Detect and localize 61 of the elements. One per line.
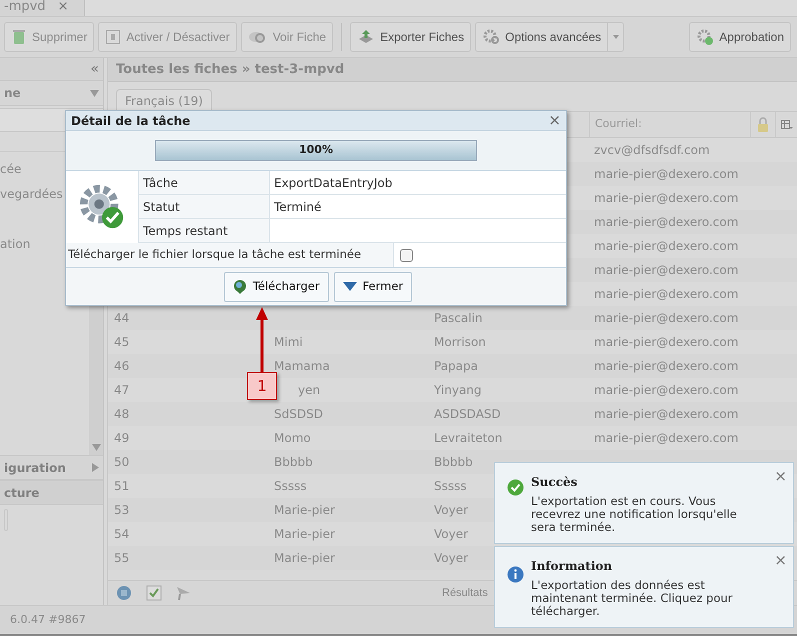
annotation-badge: 1 (247, 372, 277, 400)
table-cell: marie-pier@dexero.com (594, 311, 738, 325)
table-cell: 50 (114, 455, 130, 469)
table-cell: marie-pier@dexero.com (594, 215, 738, 229)
table-cell: Voyer (434, 503, 468, 517)
table-cell: Levraiteton (434, 431, 502, 445)
progress-label: 100% (298, 142, 334, 158)
table-cell: marie-pier@dexero.com (594, 191, 738, 205)
breadcrumb: Toutes les fiches » test-3-mpvd (116, 60, 344, 79)
table-cell: ASDSDASD (434, 407, 501, 421)
table-cell: Yinyang (434, 383, 482, 397)
table-cell: marie-pier@dexero.com (594, 167, 738, 181)
field-value: Terminé (274, 198, 322, 216)
table-cell: 46 (114, 359, 130, 373)
table-cell: yen (298, 383, 320, 397)
field-value: ExportDataEntryJob (274, 174, 392, 192)
field-label: Statut (143, 198, 180, 216)
table-cell: 49 (114, 431, 130, 445)
table-cell: 53 (114, 503, 130, 517)
table-cell: Mamama (274, 359, 330, 373)
results-label: Résultats (442, 586, 488, 601)
table-cell: Sssss (434, 479, 467, 493)
table-cell: Papapa (434, 359, 478, 373)
table-cell: Voyer (434, 527, 468, 541)
table-cell: marie-pier@dexero.com (594, 263, 738, 277)
table-cell: 44 (114, 311, 130, 325)
table-cell: marie-pier@dexero.com (594, 335, 738, 349)
notification-title: Succès (531, 474, 578, 491)
table-cell: Bbbbb (434, 455, 473, 469)
table-cell: zvcv@dfsdfsdf.com (594, 143, 710, 157)
table-cell: 45 (114, 335, 130, 349)
field-label: Temps restant (143, 222, 228, 240)
table-cell: Marie-pier (274, 527, 335, 541)
option-label: Télécharger le fichier lorsque la tâche est terminée (68, 246, 362, 264)
table-cell: Morrison (434, 335, 486, 349)
notification-message: L'exportation des données est maintenant terminée. Cliquez pour télécharger. (531, 579, 734, 618)
table-cell: 51 (114, 479, 130, 493)
table-cell: Mimi (274, 335, 303, 349)
table-cell: Marie-pier (274, 551, 335, 565)
table-cell: Bbbbb (274, 455, 313, 469)
table-cell: Voyer (434, 551, 468, 565)
table-cell: marie-pier@dexero.com (594, 383, 738, 397)
table-cell: marie-pier@dexero.com (594, 239, 738, 253)
table-cell: marie-pier@dexero.com (594, 407, 738, 421)
table-cell: 47 (114, 383, 130, 397)
table-cell: Pascalin (434, 311, 483, 325)
table-cell: 54 (114, 527, 130, 541)
table-cell: 55 (114, 551, 130, 565)
version-label: 6.0.47 #9867 (10, 612, 86, 628)
table-cell: Marie-pier (274, 503, 335, 517)
table-cell: Sssss (274, 479, 307, 493)
table-cell: 48 (114, 407, 130, 421)
table-cell: marie-pier@dexero.com (594, 359, 738, 373)
table-cell: marie-pier@dexero.com (594, 431, 738, 445)
dialog-title: Détail de la tâche (71, 112, 190, 130)
notification-message: L'exportation est en cours. Vous recevrez une notification lorsqu'elle sera terminée. (531, 495, 738, 534)
table-cell: marie-pier@dexero.com (594, 287, 738, 301)
table-cell: Momo (274, 431, 311, 445)
notification-title: Information (531, 558, 614, 575)
table-cell: SdSDSD (274, 407, 323, 421)
field-label: Tâche (143, 174, 178, 192)
